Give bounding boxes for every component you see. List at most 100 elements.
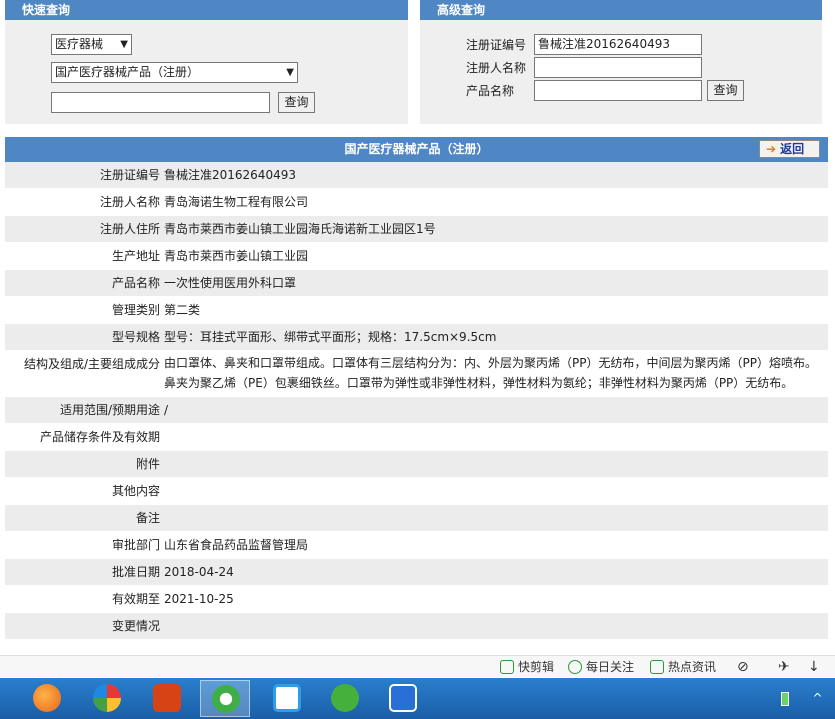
- reg-no-input[interactable]: 鲁械注准20162640493: [534, 34, 702, 55]
- detail-row: 批准日期 2018-04-24: [5, 559, 828, 586]
- download-icon[interactable]: ↓: [808, 659, 820, 675]
- detail-row-value: 2021-10-25: [164, 592, 234, 606]
- detail-title: 国产医疗器械产品（注册）: [344, 142, 489, 156]
- cloud-app-icon: [273, 684, 301, 712]
- detail-row: 变更情况: [5, 613, 828, 640]
- type-select-value: 国产医疗器械产品（注册）: [55, 65, 200, 79]
- type-select[interactable]: 国产医疗器械产品（注册） ▼: [51, 62, 298, 83]
- detail-row-value: 由口罩体、鼻夹和口罩带组成。口罩体有三层结构分为：内、外层为聚丙烯（PP）无纺布…: [164, 356, 817, 390]
- detail-row-value: [162, 505, 828, 531]
- hot-news-button[interactable]: 热点资讯: [650, 659, 716, 675]
- keyword-input[interactable]: [51, 92, 270, 113]
- detail-row-value: 一次性使用医用外科口罩: [164, 276, 297, 290]
- quick-search-button[interactable]: 查询: [278, 92, 315, 113]
- taskbar-app-wps[interactable]: [378, 680, 428, 717]
- tray-chevron-icon[interactable]: ^: [805, 680, 830, 717]
- detail-row: 审批部门 山东省食品药品监督管理局: [5, 532, 828, 559]
- detail-row-label: 变更情况: [111, 619, 160, 633]
- category-select-value: 医疗器械: [55, 37, 104, 51]
- detail-row: 注册证编号 鲁械注准20162640493: [5, 162, 828, 189]
- taskbar-app-cloud[interactable]: [262, 680, 312, 717]
- red-app-icon: [153, 684, 181, 712]
- detail-row-label: 管理类别: [111, 303, 160, 317]
- back-button-label: 返回: [780, 142, 805, 156]
- detail-row-value: 型号：耳挂式平面形、绑带式平面形；规格：17.5cm×9.5cm: [164, 330, 497, 344]
- detail-row-value: [162, 613, 828, 639]
- windows-taskbar: ^: [0, 678, 835, 719]
- detail-row-label: 附件: [135, 457, 160, 471]
- detail-row: 注册人名称 青岛海诺生物工程有限公司: [5, 189, 828, 216]
- daily-focus-label: 每日关注: [586, 660, 635, 674]
- detail-row-label: 批准日期: [111, 565, 160, 579]
- chevron-down-icon: ▼: [120, 39, 128, 50]
- wps-icon: [389, 684, 417, 712]
- taskbar-app-wechat[interactable]: [320, 680, 370, 717]
- detail-row-label: 审批部门: [111, 538, 160, 552]
- detail-row: 注册人住所 青岛市莱西市姜山镇工业园海氏海诺新工业园区1号: [5, 216, 828, 243]
- battery-level: [781, 692, 789, 706]
- registrant-label: 注册人名称: [466, 61, 527, 75]
- detail-table: 注册证编号 鲁械注准20162640493 注册人名称 青岛海诺生物工程有限公司 注册人…: [5, 162, 828, 640]
- detail-row-label: 其他内容: [111, 484, 160, 498]
- detail-row-label: 型号规格: [111, 330, 160, 344]
- taskbar-app-colorful[interactable]: [82, 680, 132, 717]
- product-name-input[interactable]: [534, 80, 702, 101]
- taskbar-app-red[interactable]: [142, 680, 192, 717]
- chevron-down-icon: ▼: [286, 67, 294, 78]
- product-name-label: 产品名称: [466, 84, 515, 98]
- wechat-icon: [331, 684, 359, 712]
- detail-row-label: 注册人住所: [99, 222, 160, 236]
- quick-search-panel: 快速查询 医疗器械 ▼ 国产医疗器械产品（注册） ▼ 查询: [5, 0, 408, 124]
- speed-icon[interactable]: ⊘: [737, 659, 749, 675]
- detail-row-value: [162, 478, 828, 504]
- back-button[interactable]: ➔ 返回: [759, 140, 820, 158]
- detail-row: 适用范围/预期用途 /: [5, 397, 828, 424]
- detail-row-label: 产品储存条件及有效期: [39, 430, 160, 444]
- detail-row-value: 2018-04-24: [164, 565, 234, 579]
- detail-row-label: 适用范围/预期用途: [59, 403, 160, 417]
- pin-icon[interactable]: ✈: [778, 659, 790, 675]
- clip-icon: [500, 660, 514, 674]
- detail-row-label: 有效期至: [111, 592, 160, 606]
- registrant-input[interactable]: [534, 57, 702, 78]
- arrow-right-icon: ➔: [766, 142, 777, 156]
- detail-row-label: 注册人名称: [99, 195, 160, 209]
- green-browser-icon: [212, 685, 240, 713]
- detail-row-value: 鲁械注准20162640493: [164, 168, 296, 182]
- reg-no-label: 注册证编号: [466, 38, 527, 52]
- play-icon: [568, 660, 582, 674]
- detail-row: 附件: [5, 451, 828, 478]
- quick-clip-button[interactable]: 快剪辑: [500, 659, 554, 675]
- detail-row: 生产地址 青岛市莱西市姜山镇工业园: [5, 243, 828, 270]
- hot-news-label: 热点资讯: [668, 660, 717, 674]
- browser-status-bar: 快剪辑 每日关注 热点资讯 ⊘ ✈ ↓: [0, 655, 835, 677]
- detail-row: 结构及组成/主要组成成分 由口罩体、鼻夹和口罩带组成。口罩体有三层结构分为：内、外…: [5, 351, 828, 397]
- detail-row-label: 产品名称: [111, 276, 160, 290]
- detail-row-value: /: [164, 403, 169, 417]
- colorful-app-icon: [93, 684, 121, 712]
- quick-search-title: 快速查询: [5, 0, 408, 20]
- detail-row-value: 青岛市莱西市姜山镇工业园海氏海诺新工业园区1号: [164, 222, 436, 236]
- category-select[interactable]: 医疗器械 ▼: [51, 34, 132, 55]
- detail-row: 产品名称 一次性使用医用外科口罩: [5, 270, 828, 297]
- detail-row-value: [162, 424, 828, 450]
- detail-row-value: 青岛海诺生物工程有限公司: [164, 195, 309, 209]
- detail-row: 管理类别 第二类: [5, 297, 828, 324]
- detail-row: 产品储存条件及有效期: [5, 424, 828, 451]
- detail-row-label: 备注: [135, 511, 160, 525]
- daily-focus-button[interactable]: 每日关注: [568, 659, 634, 675]
- advanced-search-title: 高级查询: [420, 0, 822, 20]
- detail-row-label: 注册证编号: [99, 168, 160, 182]
- taskbar-app-active-browser[interactable]: [200, 680, 250, 717]
- detail-row: 型号规格 型号：耳挂式平面形、绑带式平面形；规格：17.5cm×9.5cm: [5, 324, 828, 351]
- battery-icon[interactable]: [775, 680, 795, 717]
- advanced-search-button[interactable]: 查询: [707, 80, 744, 101]
- taskbar-app-browser-orange[interactable]: [22, 680, 72, 717]
- detail-row-value: 第二类: [164, 303, 201, 317]
- detail-row-value: 山东省食品药品监督管理局: [164, 538, 309, 552]
- news-icon: [650, 660, 664, 674]
- detail-row-value: 青岛市莱西市姜山镇工业园: [164, 249, 309, 263]
- detail-row: 其他内容: [5, 478, 828, 505]
- detail-row-label: 生产地址: [111, 249, 160, 263]
- advanced-search-panel: 高级查询 注册证编号 鲁械注准20162640493 注册人名称 产品名称 查询: [420, 0, 822, 124]
